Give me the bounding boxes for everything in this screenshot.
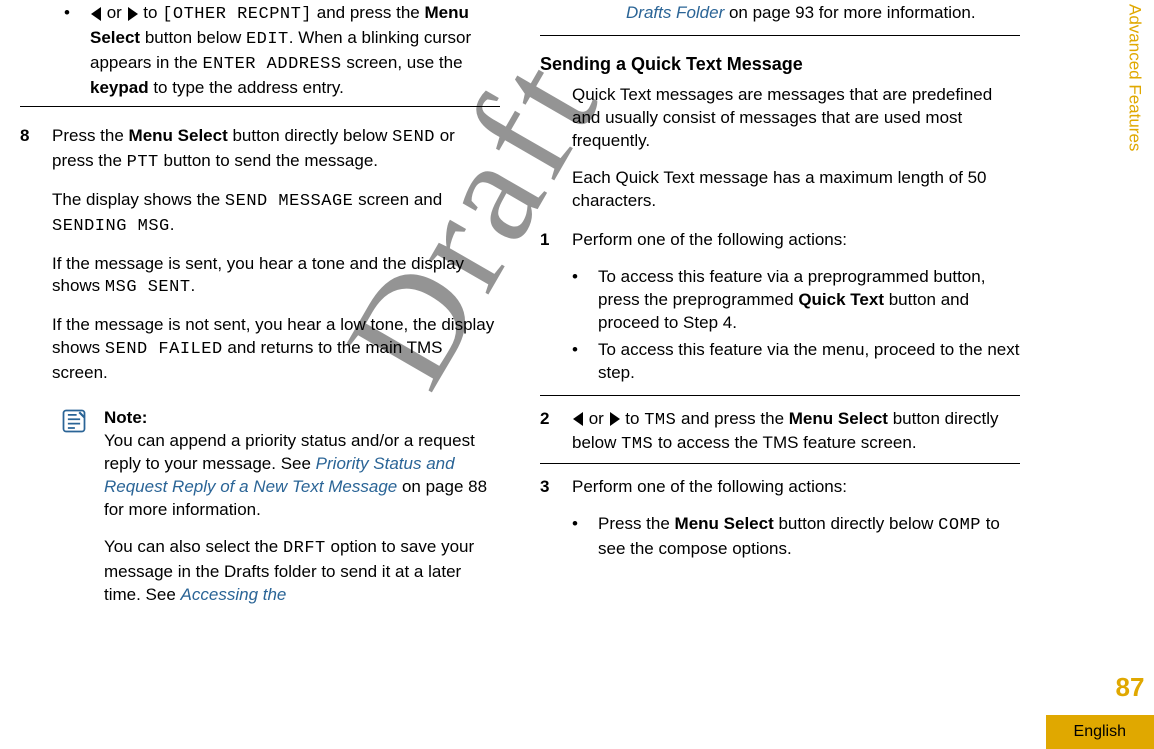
link-accessing[interactable]: Accessing the (181, 585, 287, 604)
right-column: Drafts Folder on page 93 for more inform… (540, 0, 1020, 625)
tms: TMS (621, 435, 653, 454)
text: or (584, 409, 609, 428)
bullet-dot: • (572, 266, 584, 335)
menu-select: Menu Select (675, 514, 774, 533)
send-failed: SEND FAILED (105, 340, 223, 359)
step-8: 8 Press the Menu Select button directly … (20, 115, 500, 399)
edit: EDIT (246, 30, 289, 49)
step-2: 2 or to TMS and press the Menu Select bu… (540, 404, 1020, 458)
send: SEND (392, 128, 435, 147)
page-content: • or to [OTHER RECPNT] and press the Men… (0, 0, 1040, 625)
step-number: 1 (540, 229, 558, 389)
text: to (621, 409, 645, 428)
text: to access the TMS feature screen. (653, 433, 916, 452)
step-1: 1 Perform one of the following actions: … (540, 227, 1020, 389)
bullet-body: To access this feature via the menu, pro… (598, 339, 1020, 385)
ptt: PTT (127, 153, 159, 172)
step-3: 3 Perform one of the following actions: … (540, 472, 1020, 565)
divider (540, 35, 1020, 36)
text: screen and (353, 190, 442, 209)
sending-msg: SENDING MSG (52, 217, 170, 236)
note-title: Note: (104, 408, 147, 427)
text: You can also select the (104, 537, 283, 556)
text: Perform one of the following actions: (572, 476, 1020, 499)
text: or (102, 3, 127, 22)
arrow-right-icon (128, 7, 138, 21)
divider (20, 106, 500, 107)
text: button directly below (228, 126, 392, 145)
language-indicator: English (1046, 715, 1154, 749)
drft: DRFT (283, 539, 326, 558)
step-number: 3 (540, 476, 558, 565)
intro-paragraph-2: Each Quick Text message has a maximum le… (572, 167, 1020, 213)
continued-note: Drafts Folder on page 93 for more inform… (626, 2, 1020, 25)
quick-text: Quick Text (798, 290, 884, 309)
bullet: • To access this feature via the menu, p… (572, 339, 1020, 385)
step-body: Perform one of the following actions: • … (572, 476, 1020, 565)
bullet-body: Press the Menu Select button directly be… (598, 513, 1020, 561)
step-number: 8 (20, 125, 38, 399)
continued-bullet: • or to [OTHER RECPNT] and press the Men… (64, 2, 500, 100)
other-recpnt: [OTHER RECPNT] (162, 5, 312, 24)
menu-select: Menu Select (789, 409, 888, 428)
enter-address: ENTER ADDRESS (202, 55, 341, 74)
step-body: or to TMS and press the Menu Select butt… (572, 408, 1020, 458)
bullet-body: or to [OTHER RECPNT] and press the Menu … (90, 2, 500, 100)
arrow-right-icon (610, 412, 620, 426)
tms: TMS (644, 411, 676, 430)
text: and press the (312, 3, 424, 22)
send-message: SEND MESSAGE (225, 192, 353, 211)
text: and press the (676, 409, 788, 428)
divider (540, 463, 1020, 464)
text: on page 93 for more information. (724, 3, 975, 22)
text: button directly below (774, 514, 938, 533)
text: to (139, 3, 163, 22)
note-body: Note: You can append a priority status a… (104, 407, 500, 621)
note-block: Note: You can append a priority status a… (60, 407, 500, 621)
text: to type the address entry. (149, 78, 344, 97)
bullet-body: To access this feature via a preprogramm… (598, 266, 1020, 335)
step-body: Perform one of the following actions: • … (572, 229, 1020, 389)
left-column: • or to [OTHER RECPNT] and press the Men… (20, 0, 500, 625)
bullet-dot: • (572, 339, 584, 385)
text: The display shows the (52, 190, 225, 209)
arrow-left-icon (573, 412, 583, 426)
divider (540, 395, 1020, 396)
text: . (191, 276, 196, 295)
section-heading: Sending a Quick Text Message (540, 52, 1020, 76)
step-number: 2 (540, 408, 558, 458)
menu-select: Menu Select (129, 126, 228, 145)
text: . (170, 215, 175, 234)
step-body: Press the Menu Select button directly be… (52, 125, 500, 399)
note-icon (60, 407, 90, 621)
section-tab: Advanced Features (1120, 0, 1148, 190)
comp: COMP (938, 516, 981, 535)
msg-sent: MSG SENT (105, 278, 191, 297)
text: screen, use the (342, 53, 463, 72)
text: Perform one of the following actions: (572, 229, 1020, 252)
bullet: • Press the Menu Select button directly … (572, 513, 1020, 561)
bullet-dot: • (64, 2, 76, 100)
link-drafts-folder[interactable]: Drafts Folder (626, 3, 724, 22)
text: button to send the message. (159, 151, 378, 170)
page-number: 87 (1110, 670, 1150, 705)
section-tab-text: Advanced Features (1123, 0, 1146, 151)
bullet-dot: • (572, 513, 584, 561)
keypad: keypad (90, 78, 149, 97)
bullet: • To access this feature via a preprogra… (572, 266, 1020, 335)
text: Press the (598, 514, 675, 533)
text: button below (140, 28, 246, 47)
arrow-left-icon (91, 7, 101, 21)
text: Press the (52, 126, 129, 145)
intro-paragraph-1: Quick Text messages are messages that ar… (572, 84, 1020, 153)
